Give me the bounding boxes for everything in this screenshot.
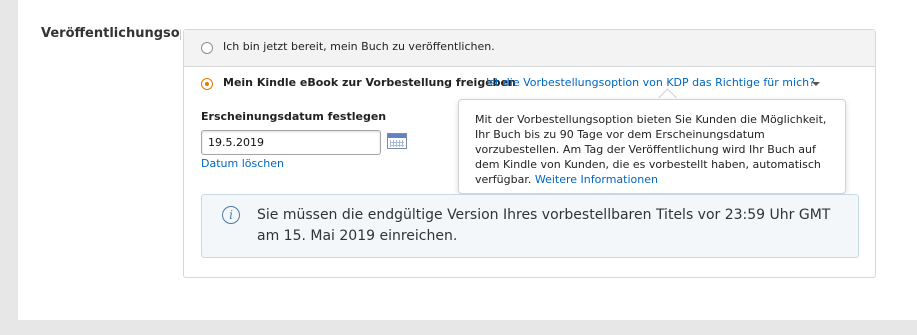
release-date-input[interactable] (201, 130, 381, 155)
page-panel: Veröffentlichungsop Ich bin jetzt bereit… (18, 0, 917, 320)
info-alert: i Sie müssen die endgültige Version Ihre… (201, 194, 859, 258)
info-icon: i (222, 206, 240, 224)
alert-text: Sie müssen die endgültige Version Ihres … (257, 207, 831, 244)
radio-ready[interactable] (201, 42, 213, 54)
chevron-down-icon[interactable] (812, 82, 820, 86)
section-label: Veröffentlichungsop (41, 26, 181, 41)
option-preorder-label[interactable]: Mein Kindle eBook zur Vorbestellung frei… (223, 76, 516, 89)
radio-preorder[interactable] (201, 78, 213, 90)
preorder-help-link[interactable]: Ist die Vorbestellungsoption von KDP das… (486, 76, 815, 89)
clear-date-link[interactable]: Datum löschen (201, 157, 284, 170)
more-info-link[interactable]: Weitere Informationen (535, 173, 658, 186)
option-ready-label[interactable]: Ich bin jetzt bereit, mein Buch zu veröf… (223, 40, 495, 53)
option-ready[interactable]: Ich bin jetzt bereit, mein Buch zu veröf… (184, 30, 875, 67)
release-date-label: Erscheinungsdatum festlegen (201, 110, 387, 123)
calendar-icon[interactable] (387, 133, 407, 149)
preorder-help-tooltip: Mit der Vorbestellungsoption bieten Sie … (458, 99, 846, 194)
